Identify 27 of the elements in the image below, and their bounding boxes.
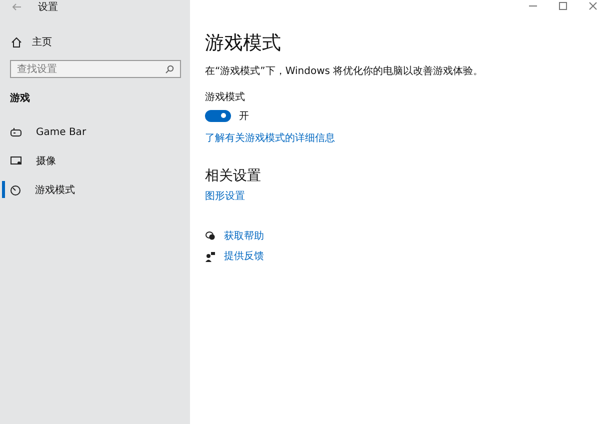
back-arrow-icon[interactable] xyxy=(12,2,22,10)
sidebar-item[interactable]: Game Bar xyxy=(0,125,190,139)
close-icon[interactable] xyxy=(588,1,598,11)
learn-more-link[interactable]: 了解有关游戏模式的详细信息 xyxy=(205,131,335,145)
person-icon xyxy=(205,250,216,262)
sidebar-item[interactable]: 游戏模式 xyxy=(0,183,190,197)
window-title: 设置 xyxy=(38,0,58,14)
controller-icon xyxy=(10,127,22,137)
home-nav-item[interactable]: 主页 xyxy=(0,35,190,49)
chat-bubble-icon xyxy=(205,231,216,241)
sidebar-item[interactable]: 摄像 xyxy=(0,154,190,168)
settings-link[interactable]: 图形设置 xyxy=(205,189,245,203)
section-heading: 游戏 xyxy=(10,92,31,105)
home-icon xyxy=(11,36,22,48)
toggle-label: 游戏模式 xyxy=(205,90,245,104)
maximize-icon[interactable] xyxy=(558,1,568,11)
gauge-icon xyxy=(10,184,21,196)
help-link[interactable]: 获取帮助 xyxy=(224,229,264,243)
description-text: 在“游戏模式”下，Windows 将优化你的电脑以改善游戏体验。 xyxy=(205,64,484,78)
help-link[interactable]: 提供反馈 xyxy=(224,249,264,263)
monitor-icon xyxy=(10,156,22,166)
toggle-switch[interactable] xyxy=(205,110,231,122)
toggle-state-text: 开 xyxy=(239,110,249,123)
search-field[interactable]: 查找设置 xyxy=(10,60,181,78)
search-icon xyxy=(165,64,174,74)
page-title: 游戏模式 xyxy=(205,31,281,54)
section-heading: 相关设置 xyxy=(205,167,261,185)
